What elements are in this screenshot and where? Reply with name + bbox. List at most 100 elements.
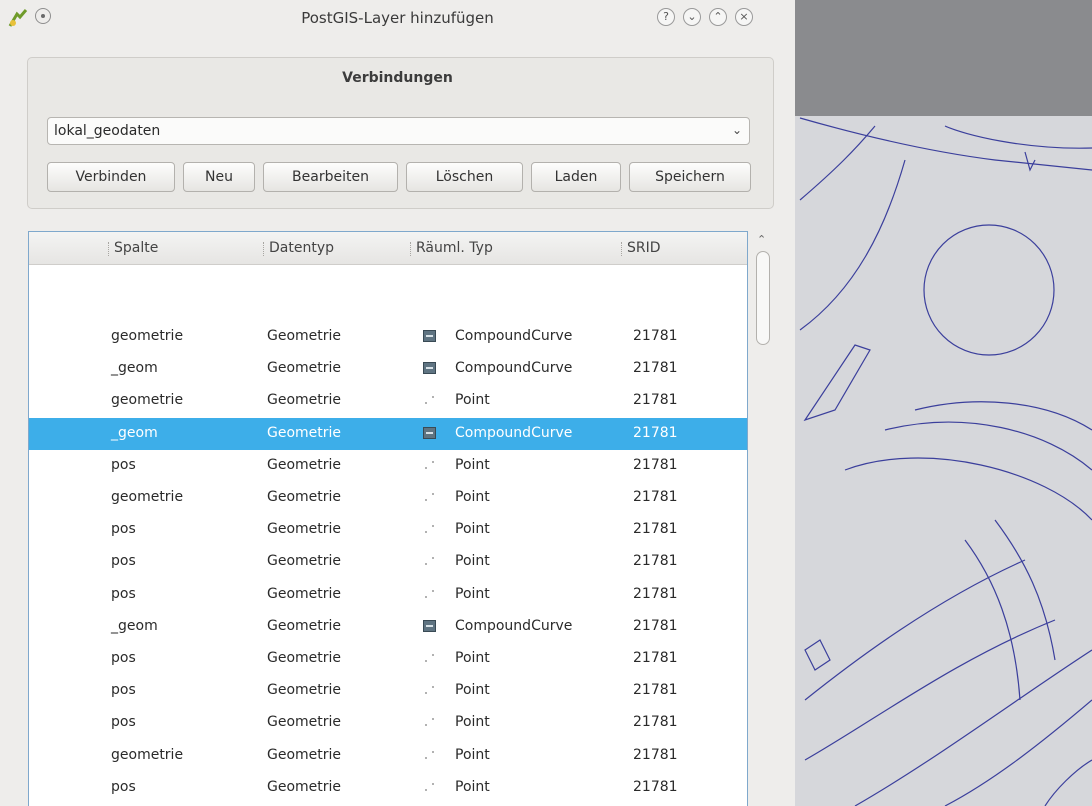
- column-name: geometrie: [111, 489, 184, 505]
- srid-value: 21781: [633, 328, 678, 344]
- data-type: Geometrie: [267, 489, 342, 505]
- data-type: Geometrie: [267, 424, 342, 441]
- table-row[interactable]: pos Geometrie Point 21781: [29, 579, 747, 611]
- spatial-type: Point: [455, 489, 490, 505]
- data-type: Geometrie: [267, 650, 342, 666]
- compound-curve-icon: [423, 426, 436, 439]
- data-type: Geometrie: [267, 360, 342, 377]
- data-type: Geometrie: [267, 778, 342, 795]
- srid-value: 21781: [633, 424, 678, 441]
- spatial-type: CompoundCurve: [455, 328, 573, 344]
- spatial-type: Point: [455, 682, 490, 699]
- connection-select-value: lokal_geodaten: [54, 123, 161, 139]
- point-icon: [423, 555, 436, 567]
- data-type: Geometrie: [267, 682, 342, 699]
- srid-value: 21781: [633, 617, 678, 634]
- save-button[interactable]: Speichern: [629, 162, 751, 192]
- table-row[interactable]: pos Geometrie Point 21781: [29, 707, 747, 739]
- srid-value: 21781: [633, 456, 678, 473]
- data-type: Geometrie: [267, 585, 342, 602]
- table-row[interactable]: _geom Geometrie CompoundCurve 21781: [29, 611, 747, 643]
- data-type: Geometrie: [267, 714, 342, 731]
- table-row[interactable]: geometrie Geometrie Point 21781: [29, 482, 747, 514]
- column-name: pos: [111, 714, 136, 731]
- spatial-type: Point: [455, 521, 490, 538]
- srid-value: 21781: [633, 682, 678, 699]
- scroll-up-icon[interactable]: ⌃: [757, 233, 766, 246]
- load-button[interactable]: Laden: [531, 162, 621, 192]
- header-spatial-type[interactable]: Räuml. Typ: [410, 240, 493, 256]
- table-row[interactable]: pos Geometrie Point 21781: [29, 546, 747, 578]
- tables-list[interactable]: Spalte Datentyp Räuml. Typ SRID geometri…: [28, 231, 748, 806]
- data-type: Geometrie: [267, 553, 342, 570]
- column-name: pos: [111, 456, 136, 473]
- spatial-type: Point: [455, 714, 490, 731]
- header-srid[interactable]: SRID: [621, 240, 661, 256]
- data-type: Geometrie: [267, 392, 342, 409]
- column-name: pos: [111, 585, 136, 602]
- point-icon: [423, 684, 436, 696]
- srid-value: 21781: [633, 489, 678, 505]
- spatial-type: Point: [455, 650, 490, 666]
- srid-value: 21781: [633, 585, 678, 602]
- spatial-type: Point: [455, 456, 490, 473]
- data-type: Geometrie: [267, 521, 342, 538]
- spatial-type: Point: [455, 553, 490, 570]
- column-name: pos: [111, 778, 136, 795]
- table-row[interactable]: geometrie Geometrie Point 21781: [29, 740, 747, 772]
- table-scrollbar[interactable]: ⌃: [752, 231, 774, 806]
- column-name: geometrie: [111, 328, 184, 344]
- table-row[interactable]: pos Geometrie Point 21781: [29, 772, 747, 804]
- point-icon: [423, 523, 436, 535]
- srid-value: 21781: [633, 360, 678, 377]
- table-row[interactable]: pos Geometrie Point 21781: [29, 514, 747, 546]
- column-name: pos: [111, 650, 136, 666]
- spatial-type: Point: [455, 392, 490, 409]
- data-type: Geometrie: [267, 617, 342, 634]
- srid-value: 21781: [633, 650, 678, 666]
- maximize-button[interactable]: ⌃: [709, 8, 727, 26]
- column-name: geometrie: [111, 392, 184, 409]
- data-type: Geometrie: [267, 456, 342, 473]
- connect-button[interactable]: Verbinden: [47, 162, 175, 192]
- window-title: PostGIS-Layer hinzufügen: [301, 9, 494, 27]
- connection-select[interactable]: lokal_geodaten ⌄: [47, 117, 750, 145]
- point-icon: [423, 588, 436, 600]
- header-datatype[interactable]: Datentyp: [263, 240, 334, 256]
- spatial-type: CompoundCurve: [455, 424, 573, 441]
- scroll-thumb[interactable]: [756, 251, 770, 345]
- new-button[interactable]: Neu: [183, 162, 255, 192]
- srid-value: 21781: [633, 714, 678, 731]
- table-row[interactable]: pos Geometrie Point 21781: [29, 450, 747, 482]
- column-name: pos: [111, 682, 136, 699]
- table-row[interactable]: pos Geometrie Point 21781: [29, 643, 747, 675]
- spatial-type: Point: [455, 778, 490, 795]
- map-drawing: [799, 117, 1092, 806]
- close-button[interactable]: ×: [735, 8, 753, 26]
- point-icon: [423, 716, 436, 728]
- minimize-button[interactable]: ⌄: [683, 8, 701, 26]
- table-row[interactable]: geometrie Geometrie Point 21781: [29, 385, 747, 417]
- spatial-type: Point: [455, 746, 490, 763]
- help-button[interactable]: ?: [657, 8, 675, 26]
- column-name: _geom: [111, 360, 158, 377]
- table-row[interactable]: _geom Geometrie CompoundCurve 21781: [29, 417, 747, 450]
- srid-value: 21781: [633, 746, 678, 763]
- spatial-type: CompoundCurve: [455, 360, 573, 377]
- delete-button[interactable]: Löschen: [406, 162, 523, 192]
- header-column[interactable]: Spalte: [107, 240, 158, 256]
- table-row[interactable]: geometrie Geometrie CompoundCurve 21781: [29, 321, 747, 353]
- table-row[interactable]: pos Geometrie Point 21781: [29, 675, 747, 707]
- column-name: _geom: [111, 424, 158, 441]
- point-icon: [423, 394, 436, 406]
- title-bar[interactable]: PostGIS-Layer hinzufügen ? ⌄ ⌃ ×: [0, 0, 795, 40]
- srid-value: 21781: [633, 392, 678, 409]
- point-icon: [423, 781, 436, 793]
- point-icon: [423, 749, 436, 761]
- column-name: _geom: [111, 617, 158, 634]
- edit-button[interactable]: Bearbeiten: [263, 162, 398, 192]
- point-icon: [423, 459, 436, 471]
- table-row[interactable]: _geom Geometrie CompoundCurve 21781: [29, 353, 747, 385]
- point-icon: [423, 652, 436, 664]
- map-canvas[interactable]: [795, 0, 1092, 806]
